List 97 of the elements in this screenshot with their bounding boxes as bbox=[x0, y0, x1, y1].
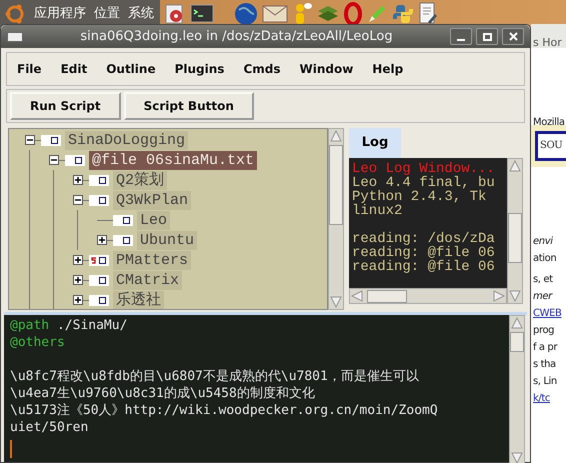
left-arrow-icon[interactable] bbox=[350, 289, 364, 303]
log-line: Leo Log Window... bbox=[352, 162, 496, 176]
script-button[interactable]: Run Script bbox=[10, 92, 121, 120]
directive-text: @path bbox=[10, 316, 50, 335]
page-link[interactable]: CWEB bbox=[533, 305, 562, 322]
node-label[interactable]: Leo bbox=[137, 210, 170, 230]
node-label[interactable]: @file 06sinaMu.txt bbox=[89, 150, 258, 170]
terminal-icon[interactable] bbox=[190, 2, 214, 24]
body-text: \u4ea7生\u9760\u8c31的成\u5458的制度和文化 bbox=[10, 384, 315, 403]
menu-item[interactable]: Plugins bbox=[174, 60, 224, 78]
node-label[interactable]: PMatters bbox=[113, 250, 192, 270]
scroll-thumb[interactable] bbox=[329, 145, 343, 225]
body-text: \u5173注《50人》http://wiki.woodpecker.org.cn/moin/ZoomQ bbox=[10, 402, 438, 420]
ring-icon[interactable] bbox=[344, 2, 362, 26]
envelope-icon[interactable] bbox=[262, 4, 288, 24]
node-icon bbox=[51, 136, 58, 144]
menu-item[interactable]: File bbox=[17, 60, 42, 78]
node-icon bbox=[99, 256, 106, 264]
minus-icon[interactable] bbox=[25, 135, 35, 145]
logo-icon[interactable] bbox=[4, 2, 26, 24]
up-arrow-icon[interactable] bbox=[510, 316, 524, 330]
plus-icon[interactable] bbox=[73, 255, 83, 265]
vertical-scrollbar[interactable] bbox=[328, 128, 344, 310]
page-text: envi bbox=[533, 235, 553, 249]
menu-item[interactable]: Cmds bbox=[243, 60, 280, 78]
page-text: s tha bbox=[533, 358, 556, 372]
python-icon[interactable] bbox=[392, 2, 414, 24]
plus-icon[interactable] bbox=[73, 175, 83, 185]
node-label[interactable]: 乐透社 bbox=[113, 290, 164, 309]
body-editor[interactable]: @path ./SinaMu/ @others \u8fc7程改\u8fdb的目\u6807不是成熟的代\u7801，而是催生可以 \u4ea7生\u9760\u8c31的成\u5458的制度和文化 \u5173注《50人》http://wiki.woodpecker.org.cn/moin/ZoomQ uiet/50ren bbox=[4, 315, 509, 462]
node-icon bbox=[99, 276, 106, 284]
node-label[interactable]: SinaDoLogging bbox=[65, 130, 188, 150]
log-line: reading: /dos/zDa bbox=[352, 232, 496, 246]
minimize-button[interactable] bbox=[450, 28, 472, 45]
page-text: prog bbox=[533, 324, 554, 338]
plus-icon[interactable] bbox=[73, 295, 83, 305]
page-link[interactable]: k/tc bbox=[533, 390, 550, 407]
vertical-scrollbar[interactable] bbox=[507, 158, 523, 304]
menu-item[interactable]: Outline bbox=[106, 60, 156, 78]
page-text: Mozilla bbox=[533, 116, 565, 130]
node-icon bbox=[123, 216, 130, 224]
scroll-thumb[interactable] bbox=[367, 290, 407, 302]
up-arrow-icon[interactable] bbox=[329, 129, 343, 143]
menu-item[interactable]: Edit bbox=[60, 60, 88, 78]
background-window-title: s Hor bbox=[533, 36, 562, 49]
node-icon bbox=[123, 236, 130, 244]
plus-icon[interactable] bbox=[73, 275, 83, 285]
down-arrow-icon[interactable] bbox=[510, 451, 524, 463]
menu-item[interactable]: Window bbox=[299, 60, 354, 78]
close-icon bbox=[508, 32, 518, 41]
log-line: Leo 4.4 final, bu bbox=[352, 176, 496, 190]
window-icon bbox=[7, 32, 23, 42]
panel-menu[interactable]: 系统 bbox=[128, 4, 154, 24]
right-arrow-icon[interactable] bbox=[492, 289, 506, 303]
node-label[interactable]: Q3WkPlan bbox=[113, 190, 192, 210]
log-tab[interactable]: Log bbox=[349, 128, 401, 158]
minus-icon[interactable] bbox=[49, 155, 59, 165]
page-text: s, et bbox=[533, 273, 553, 287]
script-button[interactable]: Script Button bbox=[124, 92, 254, 120]
document-icon[interactable] bbox=[418, 2, 438, 26]
body-text: uiet/50ren bbox=[10, 418, 88, 437]
page-text: mer bbox=[533, 290, 552, 304]
horizontal-scrollbar[interactable] bbox=[349, 288, 507, 304]
up-arrow-icon[interactable] bbox=[508, 159, 522, 173]
panel-menu[interactable]: 位置 bbox=[94, 4, 120, 24]
close-button[interactable] bbox=[502, 28, 524, 45]
node-icon bbox=[99, 196, 106, 204]
plus-icon[interactable] bbox=[97, 235, 107, 245]
text-cursor bbox=[10, 440, 12, 458]
down-arrow-icon[interactable] bbox=[508, 289, 522, 303]
node-label[interactable]: Ubuntu bbox=[137, 230, 198, 250]
log-line: Python 2.4.3, Tk bbox=[352, 190, 488, 204]
body-text: \u8fc7程改\u8fdb的目\u6807不是成熟的代\u7801，而是催生可以 bbox=[10, 368, 419, 386]
page-text: s, Lin bbox=[533, 375, 557, 389]
node-icon bbox=[75, 156, 82, 164]
banner-image: SOU bbox=[535, 131, 566, 161]
scroll-thumb[interactable] bbox=[508, 213, 522, 263]
down-arrow-icon[interactable] bbox=[329, 295, 343, 309]
log-line: linux2 bbox=[352, 204, 404, 218]
node-icon bbox=[99, 296, 106, 304]
maximize-button[interactable] bbox=[476, 28, 498, 45]
menu-item[interactable]: Help bbox=[372, 60, 404, 78]
node-icon bbox=[99, 176, 106, 184]
page-text: f a pr bbox=[533, 341, 558, 355]
minus-icon[interactable] bbox=[73, 195, 83, 205]
log-line: reading: @file 06 bbox=[352, 260, 496, 274]
body-text: ./SinaMu/ bbox=[56, 316, 128, 335]
vertical-scrollbar[interactable] bbox=[509, 315, 525, 463]
panel-menu[interactable]: 应用程序 bbox=[34, 4, 86, 24]
page-text: ation bbox=[533, 252, 556, 266]
globe-icon[interactable] bbox=[234, 2, 258, 26]
directive-text: @others bbox=[10, 334, 65, 352]
node-label[interactable]: CMatrix bbox=[113, 270, 182, 290]
window-title: sina06Q3doing.leo in /dos/zData/zLeoAll/LeoLog bbox=[79, 28, 394, 46]
node-label[interactable]: Q2策划 bbox=[113, 170, 168, 190]
scroll-thumb[interactable] bbox=[510, 332, 524, 352]
log-line: reading: @file 06 bbox=[352, 246, 496, 260]
